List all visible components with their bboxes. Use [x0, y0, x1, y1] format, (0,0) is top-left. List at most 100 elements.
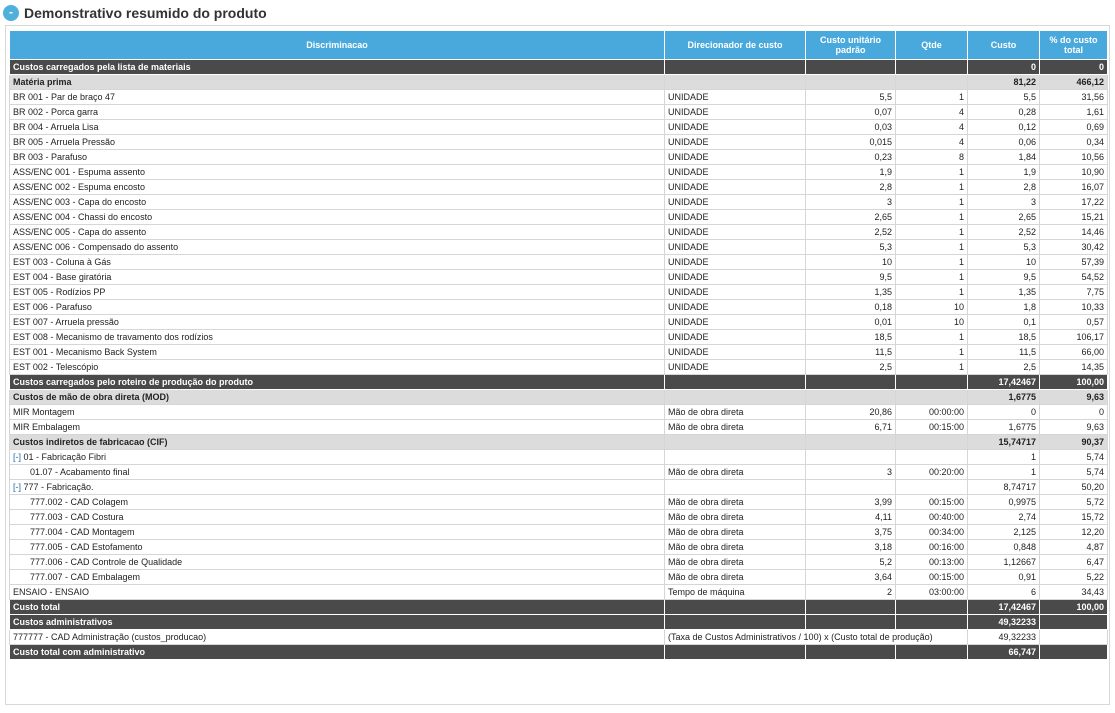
cell-driver: UNIDADE	[664, 224, 806, 240]
cell-desc: Matéria prima	[9, 74, 665, 90]
expand-toggle-icon[interactable]: [-]	[13, 452, 21, 462]
cell-desc: 01.07 - Acabamento final	[9, 464, 665, 480]
section-row: Custo total com administrativo 66,747	[9, 644, 1108, 660]
cell-qty	[895, 389, 968, 405]
cell-percent: 6,47	[1039, 554, 1108, 570]
cell-driver: Mão de obra direta	[664, 419, 806, 435]
cell-driver: Mão de obra direta	[664, 524, 806, 540]
cell-qty: 10	[895, 299, 968, 315]
cell-qty	[895, 479, 968, 495]
table-row: EST 005 - Rodízios PP UNIDADE 1,35 1 1,35 7,7…	[9, 284, 1108, 300]
col-discriminacao[interactable]: Discriminacao	[9, 30, 665, 60]
table-row: BR 004 - Arruela Lisa UNIDADE 0,03 4 0,12 0,6…	[9, 119, 1108, 135]
cell-qty: 4	[895, 134, 968, 150]
cell-unit-cost: 2	[805, 584, 896, 600]
cell-desc: 777.005 - CAD Estofamento	[9, 539, 665, 555]
col-percent[interactable]: % do custo total	[1039, 30, 1108, 60]
cell-percent: 16,07	[1039, 179, 1108, 195]
collapse-icon[interactable]: -	[3, 5, 19, 21]
table-row: 777.007 - CAD Embalagem Mão de obra diret…	[9, 569, 1108, 585]
cell-cost: 15,74717	[967, 434, 1040, 450]
cell-cost: 2,125	[967, 524, 1040, 540]
cell-qty: 03:00:00	[895, 584, 968, 600]
cell-desc: Custos indiretos de fabricacao (CIF)	[9, 434, 665, 450]
cell-cost: 1,84	[967, 149, 1040, 165]
cell-percent: 10,56	[1039, 149, 1108, 165]
expand-toggle-icon[interactable]: [-]	[13, 482, 21, 492]
cell-qty: 00:13:00	[895, 554, 968, 570]
table-row: [-] 777 - Fabricação. 8,74717 50,20	[9, 479, 1108, 495]
cell-desc: EST 002 - Telescópio	[9, 359, 665, 375]
cell-desc: Custos carregados pelo roteiro de produç…	[9, 374, 665, 390]
cell-cost: 1,8	[967, 299, 1040, 315]
col-custo-unitario[interactable]: Custo unitário padrão	[805, 30, 896, 60]
cell-driver: UNIDADE	[664, 254, 806, 270]
table-row: BR 001 - Par de braço 47 UNIDADE 5,5 1 5,5 31…	[9, 89, 1108, 105]
page-title: Demonstrativo resumido do produto	[24, 5, 267, 21]
cell-desc: Custos carregados pela lista de materiai…	[9, 59, 665, 75]
table-row: 777777 - CAD Administração (custos_produ…	[9, 629, 1108, 645]
cell-percent: 0	[1039, 404, 1108, 420]
cell-desc: 777.006 - CAD Controle de Qualidade	[9, 554, 665, 570]
section-row: Custo total 17,42467 100,00	[9, 599, 1108, 615]
cell-unit-cost: 3	[805, 464, 896, 480]
cell-desc: EST 004 - Base giratória	[9, 269, 665, 285]
table-row: [-] 01 - Fabricação Fibri 1 5,74	[9, 449, 1108, 465]
cell-unit-cost: 2,52	[805, 224, 896, 240]
cell-cost: 0	[967, 59, 1040, 75]
cell-driver: UNIDADE	[664, 329, 806, 345]
table-row: EST 006 - Parafuso UNIDADE 0,18 10 1,8 10,33	[9, 299, 1108, 315]
cell-qty: 1	[895, 284, 968, 300]
cell-desc-text: 777 - Fabricação.	[21, 481, 94, 492]
cell-cost: 1,12667	[967, 554, 1040, 570]
cell-percent: 15,21	[1039, 209, 1108, 225]
cell-driver: Mão de obra direta	[664, 464, 806, 480]
cell-driver	[664, 389, 806, 405]
section-row: Custos carregados pelo roteiro de produç…	[9, 374, 1108, 390]
cell-desc: 777.003 - CAD Costura	[9, 509, 665, 525]
cell-driver	[664, 74, 806, 90]
cell-driver	[664, 449, 806, 465]
cell-qty: 1	[895, 239, 968, 255]
cell-desc: EST 008 - Mecanismo de travamento dos ro…	[9, 329, 665, 345]
cell-percent: 54,52	[1039, 269, 1108, 285]
cell-unit-cost	[805, 374, 896, 390]
cell-desc: Custos de mão de obra direta (MOD)	[9, 389, 665, 405]
cell-percent: 10,33	[1039, 299, 1108, 315]
cell-percent	[1039, 614, 1108, 630]
cell-unit-cost: 10	[805, 254, 896, 270]
cell-desc: Custos administrativos	[9, 614, 665, 630]
cell-cost: 0,28	[967, 104, 1040, 120]
cell-unit-cost: 0,015	[805, 134, 896, 150]
col-qtde[interactable]: Qtde	[895, 30, 968, 60]
cell-qty: 1	[895, 179, 968, 195]
cell-desc-text: 01 - Fabricação Fibri	[21, 451, 107, 462]
cell-percent: 15,72	[1039, 509, 1108, 525]
cell-driver: Mão de obra direta	[664, 494, 806, 510]
cell-unit-cost	[805, 479, 896, 495]
cell-unit-cost: 2,5	[805, 359, 896, 375]
cell-qty	[895, 74, 968, 90]
cell-desc: ASS/ENC 005 - Capa do assento	[9, 224, 665, 240]
cell-cost: 1,9	[967, 164, 1040, 180]
cell-unit-cost: 2,8	[805, 179, 896, 195]
col-direcionador[interactable]: Direcionador de custo	[664, 30, 806, 60]
cell-unit-cost: 0,07	[805, 104, 896, 120]
cell-unit-cost: 0,23	[805, 149, 896, 165]
table-row: 777.002 - CAD Colagem Mão de obra direta 3…	[9, 494, 1108, 510]
cell-desc: ASS/ENC 003 - Capa do encosto	[9, 194, 665, 210]
cell-cost: 2,5	[967, 359, 1040, 375]
cell-unit-cost: 9,5	[805, 269, 896, 285]
table-row: BR 005 - Arruela Pressão UNIDADE 0,015 4 0,0…	[9, 134, 1108, 150]
summary-panel: Discriminacao Direcionador de custo Cust…	[5, 25, 1110, 705]
cell-qty: 00:15:00	[895, 569, 968, 585]
cell-unit-cost: 0,18	[805, 299, 896, 315]
cell-driver: Mão de obra direta	[664, 509, 806, 525]
cell-driver	[664, 59, 806, 75]
cell-qty: 00:00:00	[895, 404, 968, 420]
cell-unit-cost: 3,75	[805, 524, 896, 540]
table-row: ASS/ENC 006 - Compensado do assento UNIDA…	[9, 239, 1108, 255]
col-custo[interactable]: Custo	[967, 30, 1040, 60]
cell-qty: 1	[895, 329, 968, 345]
cell-percent: 5,72	[1039, 494, 1108, 510]
